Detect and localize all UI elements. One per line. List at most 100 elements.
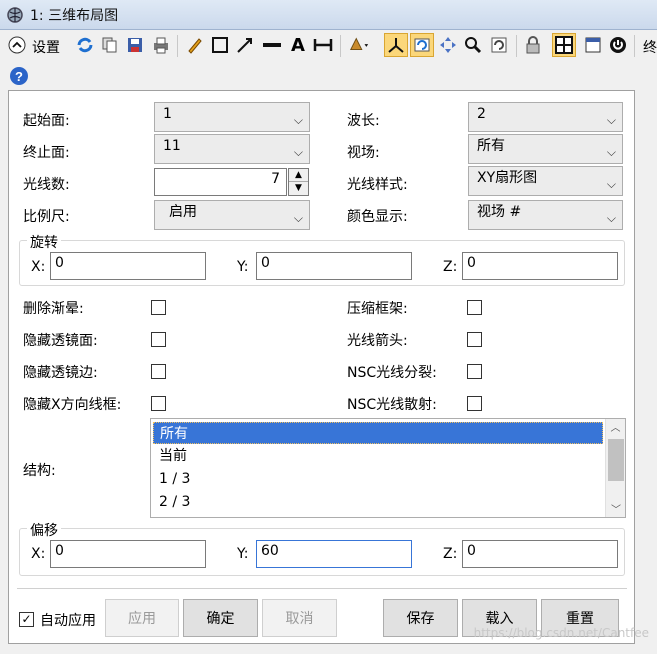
save-icon[interactable]: [124, 34, 146, 56]
stepper-up-icon[interactable]: ▲: [289, 169, 308, 182]
nsc-scatter-label: NSC光线散射:: [347, 397, 437, 413]
window-icon: [7, 7, 23, 23]
ray-arrows-label: 光线箭头:: [347, 333, 408, 349]
num-rays-value: 7: [271, 171, 280, 187]
collapse-icon[interactable]: [8, 36, 26, 54]
title-bar: 1: 三维布局图: [0, 0, 657, 30]
apply-button[interactable]: 应用: [105, 599, 179, 637]
start-surface-select[interactable]: 1 ⌵: [154, 102, 310, 132]
list-item[interactable]: 2 / 3: [153, 491, 603, 513]
field-label: 视场:: [347, 145, 380, 161]
print-icon[interactable]: [150, 34, 172, 56]
power-icon[interactable]: [607, 34, 629, 56]
suppress-frame-label: 压缩框架:: [347, 301, 408, 317]
start-surface-value: 1: [163, 106, 172, 122]
list-item[interactable]: 当前: [153, 445, 603, 467]
reset-icon[interactable]: [488, 34, 510, 56]
list-item[interactable]: 所有: [153, 422, 603, 444]
delete-vignetted-checkbox[interactable]: [151, 300, 166, 315]
delete-vignetted-label: 删除渐晕:: [23, 301, 84, 317]
config-listbox[interactable]: 所有 当前 1 / 3 2 / 3 ︿ ﹀: [150, 418, 626, 518]
scroll-thumb[interactable]: [608, 439, 624, 481]
stepper-down-icon[interactable]: ▼: [289, 182, 308, 195]
rotation-x-input[interactable]: 0: [50, 252, 206, 280]
grid-icon[interactable]: [552, 33, 576, 57]
help-icon[interactable]: ?: [8, 65, 30, 87]
rotation-z-label: Z:: [443, 259, 458, 275]
scale-label: 比例尺:: [23, 209, 70, 225]
color-by-label: 颜色显示:: [347, 209, 408, 225]
zoom-icon[interactable]: [462, 34, 484, 56]
list-item[interactable]: 1 / 3: [153, 468, 603, 490]
hide-x-bars-label: 隐藏X方向线框:: [23, 397, 122, 413]
num-rays-label: 光线数:: [23, 177, 70, 193]
ray-pattern-label: 光线样式:: [347, 177, 408, 193]
arrow-line-icon[interactable]: [234, 34, 256, 56]
chevron-down-icon: ⌵: [606, 177, 616, 191]
layout-rotate-icon[interactable]: [410, 33, 434, 57]
stop-surface-select[interactable]: 11 ⌵: [154, 134, 310, 164]
stop-surface-value: 11: [163, 138, 181, 154]
hide-x-bars-checkbox[interactable]: [151, 396, 166, 411]
rotation-y-input[interactable]: 0: [256, 252, 412, 280]
color-by-select[interactable]: 视场 # ⌵: [468, 200, 623, 230]
chevron-down-icon: ⌵: [293, 145, 303, 159]
rotation-z-input[interactable]: 0: [462, 252, 618, 280]
rotation-x-label: X:: [31, 259, 46, 275]
offset-x-input[interactable]: 0: [50, 540, 206, 568]
pan-icon[interactable]: [437, 34, 459, 56]
settings-panel: 起始面: 1 ⌵ 波长: 2 ⌵ 终止面: 11 ⌵ 视场: 所有 ⌵ 光线数:…: [8, 90, 635, 644]
chevron-down-icon: ⌵: [293, 113, 303, 127]
chevron-down-icon: ⌵: [606, 145, 616, 159]
offset-y-input[interactable]: 60: [256, 540, 412, 568]
wavelength-label: 波长:: [347, 113, 380, 129]
svg-text:?: ?: [15, 69, 23, 84]
cancel-button[interactable]: 取消: [262, 599, 337, 637]
axes-icon[interactable]: [384, 33, 408, 57]
pencil-icon[interactable]: [184, 34, 206, 56]
offset-z-input[interactable]: 0: [462, 540, 618, 568]
nsc-scatter-checkbox[interactable]: [467, 396, 482, 411]
rotate-axes-icon[interactable]: [348, 34, 370, 56]
ray-pattern-select[interactable]: XY扇形图 ⌵: [468, 166, 623, 196]
refresh-icon[interactable]: [74, 34, 96, 56]
scale-select[interactable]: 启用 ⌵: [154, 200, 310, 230]
watermark-text: https://blog.csdn.net/Cantfee: [473, 626, 649, 640]
start-surface-label: 起始面:: [23, 113, 70, 129]
list-scrollbar[interactable]: ︿ ﹀: [605, 419, 625, 517]
hide-lens-faces-checkbox[interactable]: [151, 332, 166, 347]
suppress-frame-checkbox[interactable]: [467, 300, 482, 315]
text-icon[interactable]: A: [287, 34, 309, 56]
line-icon[interactable]: [261, 34, 283, 56]
lock-icon[interactable]: [522, 34, 544, 56]
scroll-down-icon[interactable]: ﹀: [606, 501, 625, 517]
footer-divider: [17, 588, 627, 589]
offset-title: 偏移: [27, 520, 61, 540]
ray-arrows-checkbox[interactable]: [467, 332, 482, 347]
copy-icon[interactable]: [99, 34, 121, 56]
dimension-icon[interactable]: [312, 34, 334, 56]
settings-button[interactable]: 设置: [32, 37, 60, 57]
toolbar: 设置 A 终 ?: [0, 31, 657, 89]
wavelength-select[interactable]: 2 ⌵: [468, 102, 623, 132]
config-label: 结构:: [23, 463, 56, 479]
hide-lens-edges-checkbox[interactable]: [151, 364, 166, 379]
auto-apply-checkbox[interactable]: ✓: [19, 612, 34, 627]
hide-lens-faces-label: 隐藏透镜面:: [23, 333, 98, 349]
offset-z-label: Z:: [443, 546, 458, 562]
rectangle-icon[interactable]: [209, 34, 231, 56]
hide-lens-edges-label: 隐藏透镜边:: [23, 365, 98, 381]
ok-button[interactable]: 确定: [183, 599, 258, 637]
window-title: 1: 三维布局图: [30, 8, 119, 24]
scroll-up-icon[interactable]: ︿: [606, 419, 625, 435]
field-select[interactable]: 所有 ⌵: [468, 134, 623, 164]
chevron-down-icon: ⌵: [606, 113, 616, 127]
num-rays-input[interactable]: 7: [154, 168, 287, 196]
toolbar-overflow-label: 终: [643, 40, 657, 56]
offset-y-label: Y:: [237, 546, 249, 562]
rotation-y-label: Y:: [237, 259, 249, 275]
num-rays-stepper[interactable]: ▲ ▼: [288, 168, 309, 196]
nsc-split-checkbox[interactable]: [467, 364, 482, 379]
save-button[interactable]: 保存: [383, 599, 458, 637]
window-layout-icon[interactable]: [582, 34, 604, 56]
